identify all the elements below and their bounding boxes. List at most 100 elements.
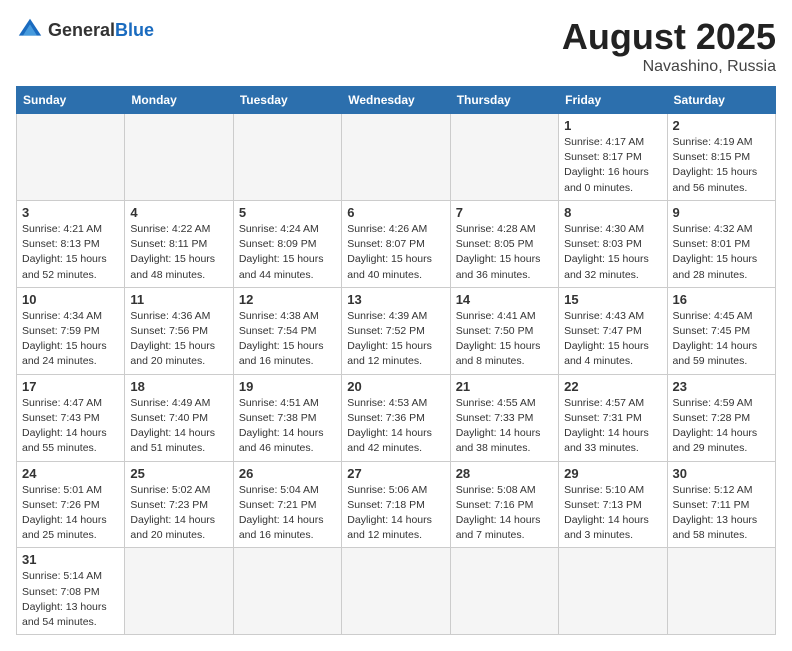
calendar-cell: 1Sunrise: 4:17 AM Sunset: 8:17 PM Daylig…	[559, 114, 667, 201]
calendar-cell	[17, 114, 125, 201]
day-info: Sunrise: 4:55 AM Sunset: 7:33 PM Dayligh…	[456, 396, 553, 457]
day-info: Sunrise: 4:21 AM Sunset: 8:13 PM Dayligh…	[22, 222, 119, 283]
calendar-cell: 22Sunrise: 4:57 AM Sunset: 7:31 PM Dayli…	[559, 374, 667, 461]
day-info: Sunrise: 4:28 AM Sunset: 8:05 PM Dayligh…	[456, 222, 553, 283]
logo-icon	[16, 16, 44, 44]
day-number: 21	[456, 379, 553, 394]
calendar-cell: 28 Sunrise: 5:08 AM Sunset: 7:16 PM Dayli…	[450, 461, 558, 548]
calendar-week-row: 24 Sunrise: 5:01 AM Sunset: 7:26 PM Dayli…	[17, 461, 776, 548]
calendar-table: SundayMondayTuesdayWednesdayThursdayFrid…	[16, 86, 776, 635]
day-info: Sunrise: 4:36 AM Sunset: 7:56 PM Dayligh…	[130, 309, 227, 370]
logo-text: GeneralBlue	[48, 20, 154, 41]
day-number: 15	[564, 292, 661, 307]
calendar-cell: 26 Sunrise: 5:04 AM Sunset: 7:21 PM Dayli…	[233, 461, 341, 548]
day-number: 31	[22, 552, 119, 567]
calendar-week-row: 31Sunrise: 5:14 AM Sunset: 7:08 PM Dayli…	[17, 548, 776, 635]
calendar-cell: 17Sunrise: 4:47 AM Sunset: 7:43 PM Dayli…	[17, 374, 125, 461]
day-info: Sunrise: 5:12 AM Sunset: 7:11 PM Dayligh…	[673, 483, 770, 544]
day-info: Sunrise: 4:17 AM Sunset: 8:17 PM Dayligh…	[564, 135, 661, 196]
calendar-cell: 7 Sunrise: 4:28 AM Sunset: 8:05 PM Daylig…	[450, 200, 558, 287]
day-number: 17	[22, 379, 119, 394]
calendar-cell: 6Sunrise: 4:26 AM Sunset: 8:07 PM Daylig…	[342, 200, 450, 287]
weekday-header-saturday: Saturday	[667, 87, 775, 114]
calendar-cell	[233, 548, 341, 635]
calendar-cell	[450, 114, 558, 201]
calendar-cell: 29Sunrise: 5:10 AM Sunset: 7:13 PM Dayli…	[559, 461, 667, 548]
calendar-cell: 8 Sunrise: 4:30 AM Sunset: 8:03 PM Daylig…	[559, 200, 667, 287]
day-info: Sunrise: 4:51 AM Sunset: 7:38 PM Dayligh…	[239, 396, 336, 457]
day-number: 27	[347, 466, 444, 481]
calendar-cell: 20 Sunrise: 4:53 AM Sunset: 7:36 PM Dayli…	[342, 374, 450, 461]
day-number: 26	[239, 466, 336, 481]
calendar-cell: 5 Sunrise: 4:24 AM Sunset: 8:09 PM Daylig…	[233, 200, 341, 287]
day-number: 6	[347, 205, 444, 220]
day-number: 12	[239, 292, 336, 307]
calendar-cell: 23Sunrise: 4:59 AM Sunset: 7:28 PM Dayli…	[667, 374, 775, 461]
day-info: Sunrise: 4:59 AM Sunset: 7:28 PM Dayligh…	[673, 396, 770, 457]
calendar-cell	[125, 114, 233, 201]
page-header: GeneralBlue August 2025 Navashino, Russi…	[16, 16, 776, 76]
calendar-cell	[559, 548, 667, 635]
day-number: 8	[564, 205, 661, 220]
day-info: Sunrise: 4:57 AM Sunset: 7:31 PM Dayligh…	[564, 396, 661, 457]
day-info: Sunrise: 5:04 AM Sunset: 7:21 PM Dayligh…	[239, 483, 336, 544]
day-number: 11	[130, 292, 227, 307]
calendar-cell: 2 Sunrise: 4:19 AM Sunset: 8:15 PM Daylig…	[667, 114, 775, 201]
calendar-cell: 15 Sunrise: 4:43 AM Sunset: 7:47 PM Dayli…	[559, 287, 667, 374]
day-number: 16	[673, 292, 770, 307]
day-info: Sunrise: 4:38 AM Sunset: 7:54 PM Dayligh…	[239, 309, 336, 370]
calendar-cell: 18Sunrise: 4:49 AM Sunset: 7:40 PM Dayli…	[125, 374, 233, 461]
day-info: Sunrise: 5:08 AM Sunset: 7:16 PM Dayligh…	[456, 483, 553, 544]
calendar-cell	[667, 548, 775, 635]
day-info: Sunrise: 4:24 AM Sunset: 8:09 PM Dayligh…	[239, 222, 336, 283]
day-info: Sunrise: 4:19 AM Sunset: 8:15 PM Dayligh…	[673, 135, 770, 196]
day-number: 10	[22, 292, 119, 307]
location-subtitle: Navashino, Russia	[562, 58, 776, 76]
logo: GeneralBlue	[16, 16, 154, 44]
day-info: Sunrise: 4:41 AM Sunset: 7:50 PM Dayligh…	[456, 309, 553, 370]
day-info: Sunrise: 4:39 AM Sunset: 7:52 PM Dayligh…	[347, 309, 444, 370]
weekday-header-wednesday: Wednesday	[342, 87, 450, 114]
day-info: Sunrise: 4:32 AM Sunset: 8:01 PM Dayligh…	[673, 222, 770, 283]
day-number: 28	[456, 466, 553, 481]
calendar-week-row: 10 Sunrise: 4:34 AM Sunset: 7:59 PM Dayli…	[17, 287, 776, 374]
calendar-cell: 11 Sunrise: 4:36 AM Sunset: 7:56 PM Dayli…	[125, 287, 233, 374]
calendar-cell: 12 Sunrise: 4:38 AM Sunset: 7:54 PM Dayli…	[233, 287, 341, 374]
day-number: 20	[347, 379, 444, 394]
calendar-cell: 19Sunrise: 4:51 AM Sunset: 7:38 PM Dayli…	[233, 374, 341, 461]
calendar-header-row: SundayMondayTuesdayWednesdayThursdayFrid…	[17, 87, 776, 114]
calendar-cell: 31Sunrise: 5:14 AM Sunset: 7:08 PM Dayli…	[17, 548, 125, 635]
calendar-cell	[450, 548, 558, 635]
day-number: 13	[347, 292, 444, 307]
calendar-cell: 24 Sunrise: 5:01 AM Sunset: 7:26 PM Dayli…	[17, 461, 125, 548]
day-number: 29	[564, 466, 661, 481]
title-block: August 2025 Navashino, Russia	[562, 16, 776, 76]
day-number: 30	[673, 466, 770, 481]
month-year-title: August 2025	[562, 16, 776, 58]
day-info: Sunrise: 4:43 AM Sunset: 7:47 PM Dayligh…	[564, 309, 661, 370]
day-number: 2	[673, 118, 770, 133]
calendar-cell	[342, 548, 450, 635]
calendar-week-row: 3 Sunrise: 4:21 AM Sunset: 8:13 PM Daylig…	[17, 200, 776, 287]
calendar-cell	[125, 548, 233, 635]
calendar-cell: 13 Sunrise: 4:39 AM Sunset: 7:52 PM Dayli…	[342, 287, 450, 374]
weekday-header-friday: Friday	[559, 87, 667, 114]
day-number: 18	[130, 379, 227, 394]
day-info: Sunrise: 5:01 AM Sunset: 7:26 PM Dayligh…	[22, 483, 119, 544]
day-info: Sunrise: 4:30 AM Sunset: 8:03 PM Dayligh…	[564, 222, 661, 283]
day-number: 9	[673, 205, 770, 220]
day-info: Sunrise: 4:34 AM Sunset: 7:59 PM Dayligh…	[22, 309, 119, 370]
day-info: Sunrise: 4:53 AM Sunset: 7:36 PM Dayligh…	[347, 396, 444, 457]
day-number: 7	[456, 205, 553, 220]
calendar-cell: 16Sunrise: 4:45 AM Sunset: 7:45 PM Dayli…	[667, 287, 775, 374]
calendar-week-row: 17Sunrise: 4:47 AM Sunset: 7:43 PM Dayli…	[17, 374, 776, 461]
day-number: 5	[239, 205, 336, 220]
calendar-cell: 27Sunrise: 5:06 AM Sunset: 7:18 PM Dayli…	[342, 461, 450, 548]
weekday-header-thursday: Thursday	[450, 87, 558, 114]
day-number: 24	[22, 466, 119, 481]
calendar-cell: 25Sunrise: 5:02 AM Sunset: 7:23 PM Dayli…	[125, 461, 233, 548]
weekday-header-tuesday: Tuesday	[233, 87, 341, 114]
calendar-cell: 21 Sunrise: 4:55 AM Sunset: 7:33 PM Dayli…	[450, 374, 558, 461]
day-number: 3	[22, 205, 119, 220]
calendar-cell: 9 Sunrise: 4:32 AM Sunset: 8:01 PM Daylig…	[667, 200, 775, 287]
